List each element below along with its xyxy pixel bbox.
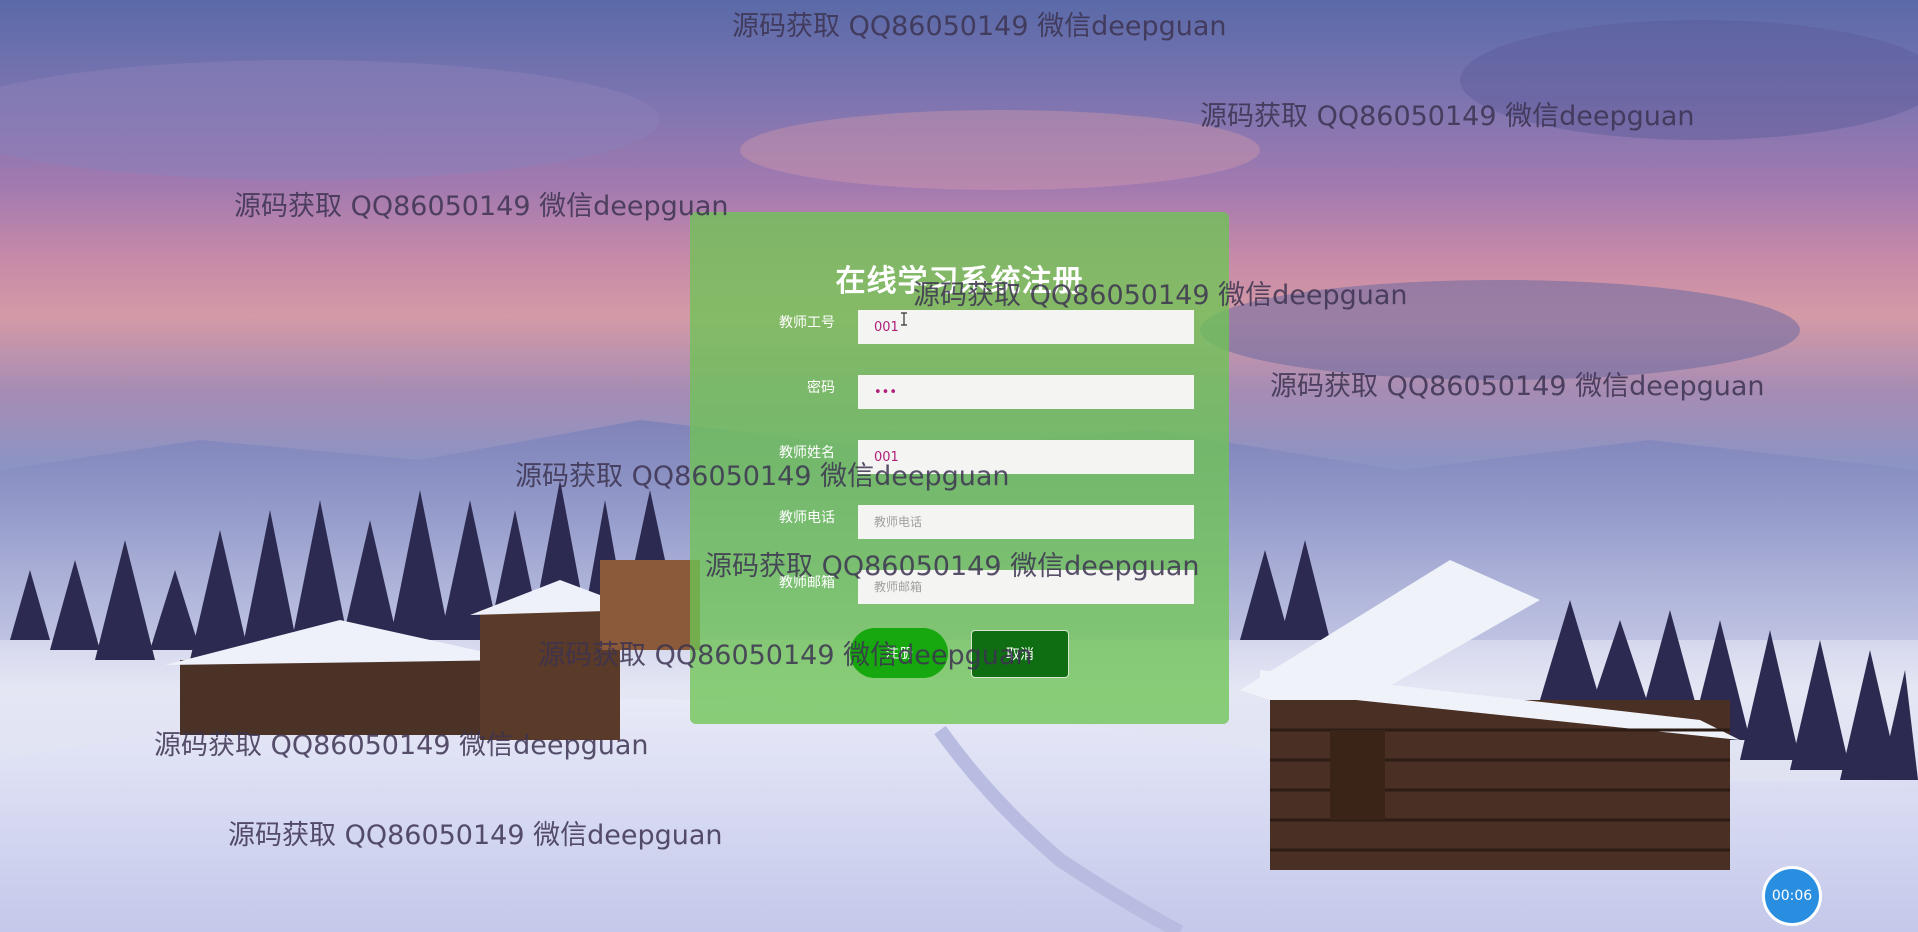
timer-badge[interactable]: 00:06 [1762,866,1822,926]
teacher-email-label: 教师邮箱 [779,575,835,591]
form-row-teacher-name: 教师姓名 [690,440,1229,476]
text-cursor-icon [901,312,907,326]
form-row-teacher-email: 教师邮箱 [690,570,1229,606]
teacher-phone-label: 教师电话 [779,510,835,526]
register-button[interactable]: 注册 [850,628,948,678]
cancel-button[interactable]: 取消 [971,630,1069,678]
teacher-name-label: 教师姓名 [779,445,835,461]
form-row-password: 密码 [690,375,1229,411]
form-row-teacher-id: 教师工号 [690,310,1229,346]
teacher-id-input[interactable] [858,310,1194,344]
register-form-panel: 在线学习系统注册 教师工号 密码 教师姓名 教师电话 教师邮箱 注册 取消 [690,212,1229,724]
form-row-teacher-phone: 教师电话 [690,505,1229,541]
teacher-name-input[interactable] [858,440,1194,474]
teacher-phone-input[interactable] [858,505,1194,539]
form-title: 在线学习系统注册 [835,264,1084,299]
login-page-background: 在线学习系统注册 教师工号 密码 教师姓名 教师电话 教师邮箱 注册 取消 源码… [0,0,1918,932]
teacher-email-input[interactable] [858,570,1194,604]
password-input[interactable] [858,375,1194,409]
password-label: 密码 [807,380,835,396]
teacher-id-label: 教师工号 [779,315,835,331]
